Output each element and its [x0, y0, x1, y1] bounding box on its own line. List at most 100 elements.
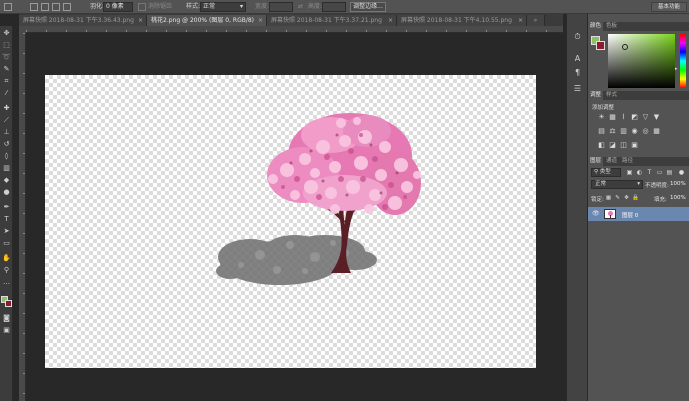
- refine-edge-button[interactable]: 调整边缘...: [350, 2, 386, 12]
- workspace-switcher[interactable]: 基本功能: [651, 2, 687, 12]
- tab-channels[interactable]: 通道: [604, 157, 619, 166]
- subtract-selection-icon[interactable]: [52, 3, 60, 11]
- more-tabs-button[interactable]: »: [527, 15, 545, 26]
- swap-icon[interactable]: ⇄: [298, 2, 303, 12]
- filter-toggle-icon[interactable]: ●: [678, 169, 685, 176]
- levels-icon[interactable]: ▦: [609, 114, 616, 121]
- character-panel-icon[interactable]: A: [573, 54, 582, 63]
- tab-layers[interactable]: 图层: [588, 157, 604, 166]
- healing-brush-tool-icon[interactable]: ✚: [2, 104, 11, 113]
- panel-icon-strip: ⏱ A ¶ ☰: [566, 14, 588, 401]
- tab-styles[interactable]: 样式: [604, 91, 619, 100]
- hand-tool-icon[interactable]: ✋: [2, 254, 11, 263]
- background-color-swatch[interactable]: [5, 300, 12, 307]
- search-icon: ⚲: [594, 169, 599, 175]
- move-tool-icon[interactable]: ✥: [2, 29, 11, 38]
- color-balance-icon[interactable]: ⚖: [609, 128, 616, 135]
- black-white-icon[interactable]: ▥: [620, 128, 627, 135]
- blend-mode-select[interactable]: 正常 ▾: [591, 180, 643, 189]
- color-lookup-icon[interactable]: ▦: [653, 128, 660, 135]
- height-input[interactable]: [322, 2, 346, 12]
- adjustments-panel-tabs: 调整 样式: [588, 91, 689, 100]
- document-tab-active[interactable]: 桃花2.png @ 200% (图层 0, RGB/8) ×: [147, 15, 267, 26]
- type-tool-icon[interactable]: T: [2, 215, 11, 224]
- brush-tool-icon[interactable]: ⟋: [2, 116, 11, 125]
- close-icon[interactable]: ×: [138, 15, 143, 26]
- filter-pixel-icon[interactable]: ▣: [626, 169, 633, 176]
- history-panel-icon[interactable]: ⏱: [573, 32, 582, 41]
- lock-pixels-icon[interactable]: ✎: [614, 195, 621, 202]
- invert-icon[interactable]: ◧: [598, 142, 605, 149]
- vibrance-icon[interactable]: ▽: [642, 114, 649, 121]
- gradient-fill-icon[interactable]: ▼: [653, 114, 660, 121]
- dodge-tool-icon[interactable]: ●: [2, 188, 11, 197]
- width-input[interactable]: [269, 2, 293, 12]
- threshold-icon[interactable]: ◫: [620, 142, 627, 149]
- filter-type-icon[interactable]: T: [646, 169, 653, 176]
- antialias-checkbox[interactable]: [138, 3, 146, 11]
- eyedropper-tool-icon[interactable]: ⁄: [2, 89, 11, 98]
- layer-row[interactable]: 👁 图层 0: [588, 207, 689, 221]
- screen-mode-icon[interactable]: ▣: [2, 326, 11, 335]
- quick-select-tool-icon[interactable]: ✎: [2, 65, 11, 74]
- history-brush-tool-icon[interactable]: ↺: [2, 140, 11, 149]
- lock-position-icon[interactable]: ✥: [623, 195, 630, 202]
- eye-icon[interactable]: 👁: [592, 210, 600, 217]
- color-picker-field[interactable]: [608, 34, 675, 88]
- hue-saturation-icon[interactable]: ▤: [598, 128, 605, 135]
- blur-tool-icon[interactable]: ◆: [2, 176, 11, 185]
- lock-transparent-icon[interactable]: ▦: [605, 195, 612, 202]
- photo-filter-icon[interactable]: ◉: [631, 128, 638, 135]
- layer-filter-select[interactable]: ⚲ 类型: [591, 168, 621, 177]
- color-background-swatch[interactable]: [596, 41, 605, 50]
- fill-value[interactable]: 100%: [670, 195, 686, 201]
- rectangle-tool-icon[interactable]: ▭: [2, 239, 11, 248]
- selective-color-icon[interactable]: ▣: [631, 142, 638, 149]
- paragraph-panel-icon[interactable]: ¶: [573, 68, 582, 77]
- hue-slider-handle-icon[interactable]: ▸: [675, 66, 678, 72]
- document-tab[interactable]: 屏幕快照 2018-08-31 下午3.37.21.png ×: [267, 15, 397, 26]
- curves-icon[interactable]: ⌇: [620, 114, 627, 121]
- filter-smart-object-icon[interactable]: ▤: [666, 169, 673, 176]
- document-canvas[interactable]: [45, 75, 536, 368]
- eraser-tool-icon[interactable]: ◊: [2, 152, 11, 161]
- style-select[interactable]: 正常 ▾: [200, 2, 246, 12]
- close-icon[interactable]: ×: [388, 15, 393, 26]
- tab-adjustments[interactable]: 调整: [588, 91, 604, 100]
- brightness-contrast-icon[interactable]: ☀: [598, 114, 605, 121]
- add-selection-icon[interactable]: [41, 3, 49, 11]
- posterize-icon[interactable]: ◪: [609, 142, 616, 149]
- close-icon[interactable]: ×: [518, 15, 523, 26]
- exposure-icon[interactable]: ◩: [631, 114, 638, 121]
- new-selection-icon[interactable]: [30, 3, 38, 11]
- gradient-tool-icon[interactable]: ▥: [2, 164, 11, 173]
- marquee-tool-icon[interactable]: ⬚: [2, 41, 11, 50]
- lock-all-icon[interactable]: 🔒: [632, 195, 639, 202]
- filter-shape-icon[interactable]: ▭: [656, 169, 663, 176]
- tab-swatches[interactable]: 色板: [604, 22, 619, 31]
- width-label: 宽度:: [255, 3, 270, 10]
- pen-tool-icon[interactable]: ✒: [2, 203, 11, 212]
- layer-name[interactable]: 图层 0: [622, 211, 638, 219]
- document-tab[interactable]: 屏幕快照 2018-08-31 下午4.10.55.png ×: [397, 15, 527, 26]
- path-selection-tool-icon[interactable]: ➤: [2, 227, 11, 236]
- quick-mask-icon[interactable]: ◙: [2, 314, 11, 323]
- tab-paths[interactable]: 路径: [620, 157, 635, 166]
- zoom-tool-icon[interactable]: ⚲: [2, 266, 11, 275]
- intersect-selection-icon[interactable]: [63, 3, 71, 11]
- channel-mixer-icon[interactable]: ◎: [642, 128, 649, 135]
- tab-color[interactable]: 颜色: [588, 22, 604, 31]
- hue-slider[interactable]: [680, 34, 686, 88]
- properties-panel-icon[interactable]: ☰: [573, 84, 582, 93]
- marquee-preset-icon[interactable]: [4, 3, 12, 11]
- lock-label: 锁定:: [591, 197, 604, 203]
- clone-stamp-tool-icon[interactable]: ⊥: [2, 128, 11, 137]
- filter-adjustment-icon[interactable]: ◐: [636, 169, 643, 176]
- opacity-value[interactable]: 100%: [670, 181, 686, 187]
- lasso-tool-icon[interactable]: ➰: [2, 53, 11, 62]
- more-tools-icon[interactable]: …: [2, 278, 11, 287]
- document-tab[interactable]: 屏幕快照 2018-08-31 下午3.36.43.png ×: [19, 15, 147, 26]
- crop-tool-icon[interactable]: ⌗: [2, 77, 11, 86]
- feather-input[interactable]: 0 像素: [103, 2, 133, 12]
- close-icon[interactable]: ×: [258, 15, 263, 26]
